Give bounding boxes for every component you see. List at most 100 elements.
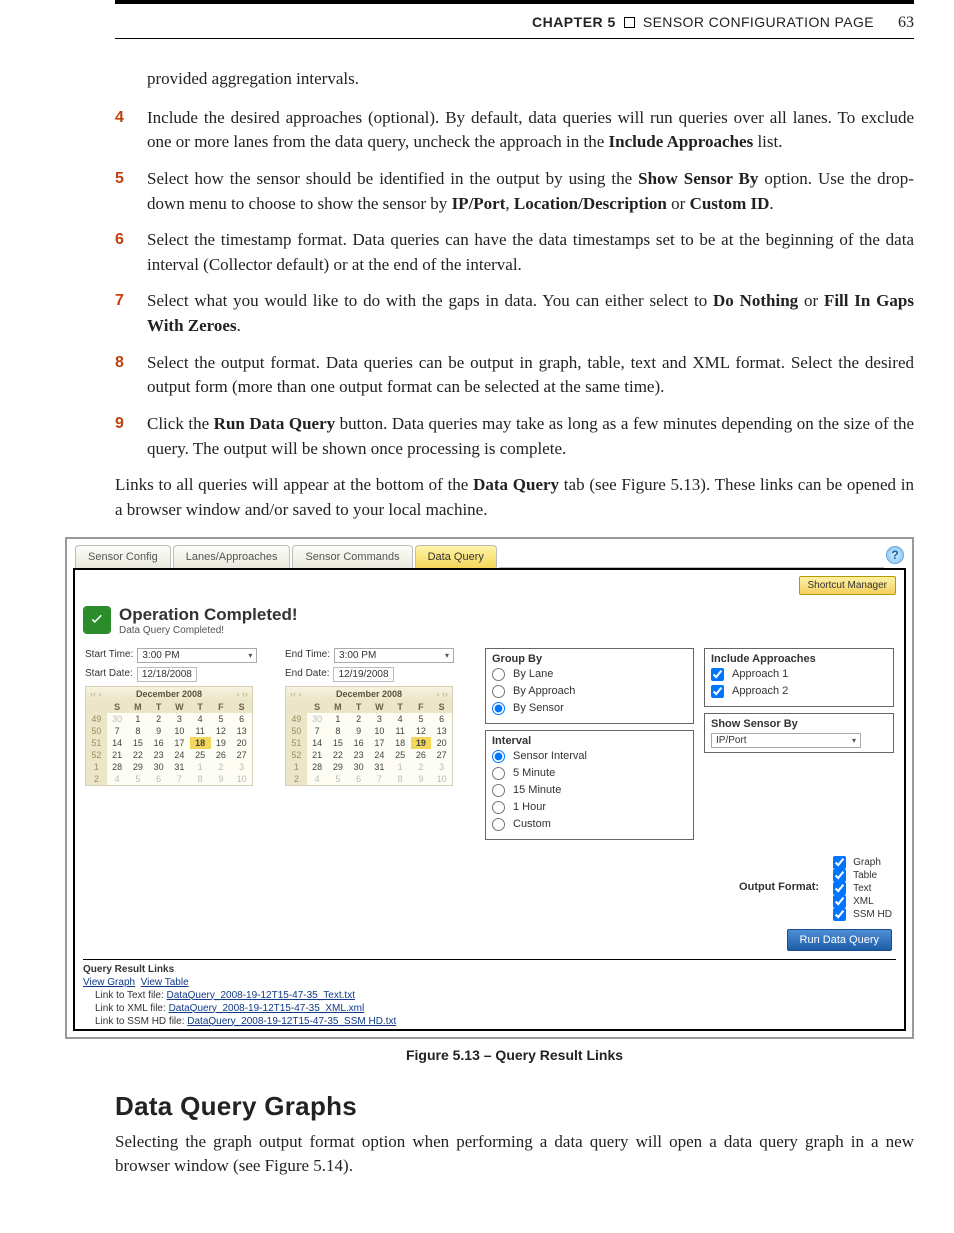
output-checkbox[interactable] — [833, 869, 846, 882]
shortcut-manager-button[interactable]: Shortcut Manager — [799, 576, 897, 595]
qrl-heading: Query Result Links — [83, 964, 896, 975]
include-label: Approach 1 — [732, 668, 788, 680]
section-paragraph: Selecting the graph output format option… — [115, 1130, 914, 1179]
interval-option-label: 1 Hour — [513, 801, 546, 813]
qrl-row-prefix: Link to Text file: — [95, 990, 167, 1001]
view-table-link[interactable]: View Table — [141, 977, 189, 988]
qrl-top-links: View Graph View Table — [83, 977, 896, 988]
step-text: Select what you would like to do with th… — [147, 289, 914, 338]
step-number: 5 — [115, 167, 147, 216]
step-number: 7 — [115, 289, 147, 338]
screenshot: Sensor ConfigLanes/ApproachesSensor Comm… — [65, 537, 914, 1039]
output-checkbox[interactable] — [833, 895, 846, 908]
interval-option-label: 15 Minute — [513, 784, 561, 796]
show-sensor-panel: Show Sensor By IP/Port — [704, 713, 894, 753]
right-column: Include Approaches Approach 1Approach 2 … — [704, 648, 894, 759]
end-column: End Time: 3:00 PM End Date: 12/19/2008 ‹… — [285, 648, 475, 786]
group_by-option-label: By Approach — [513, 685, 575, 697]
view-graph-link[interactable]: View Graph — [83, 977, 135, 988]
interval-heading: Interval — [492, 735, 687, 747]
include-heading: Include Approaches — [711, 653, 887, 665]
chapter-box-icon — [624, 17, 635, 28]
banner-sub: Data Query Completed! — [119, 625, 298, 636]
page-number: 63 — [898, 14, 914, 32]
interval-radio[interactable] — [492, 750, 505, 763]
output-checkbox[interactable] — [833, 882, 846, 895]
end-time-label: End Time: — [285, 649, 330, 660]
group_by-radio[interactable] — [492, 685, 505, 698]
step-text: Include the desired approaches (optional… — [147, 106, 914, 155]
page-header: CHAPTER 5 SENSOR CONFIGURATION PAGE 63 — [115, 4, 914, 39]
banner-heading: Operation Completed! — [119, 605, 298, 625]
group_by-option-label: By Lane — [513, 668, 553, 680]
output-label: Graph — [853, 857, 881, 868]
end-date-input[interactable]: 12/19/2008 — [333, 667, 393, 682]
output-label: Table — [853, 870, 877, 881]
interval-radio[interactable] — [492, 801, 505, 814]
end-date-label: End Date: — [285, 668, 329, 679]
qrl-row-prefix: Link to SSM HD file: — [95, 1016, 187, 1027]
tab-sensor-commands[interactable]: Sensor Commands — [292, 545, 412, 568]
include-approaches-panel: Include Approaches Approach 1 Approach 2 — [704, 648, 894, 707]
step-text: Select how the sensor should be identifi… — [147, 167, 914, 216]
step-text: Click the Run Data Query button. Data qu… — [147, 412, 914, 461]
start-calendar[interactable]: ‹‹ ‹December 2008› ›› SMTWTFS49301234565… — [85, 686, 253, 786]
start-time-select[interactable]: 3:00 PM — [137, 648, 257, 663]
step-number: 8 — [115, 351, 147, 400]
end-calendar[interactable]: ‹‹ ‹December 2008› ›› SMTWTFS49301234565… — [285, 686, 453, 786]
include-checkbox[interactable] — [711, 685, 724, 698]
qrl-row-prefix: Link to XML file: — [95, 1003, 169, 1014]
start-time-label: Start Time: — [85, 649, 133, 660]
group_by-option-label: By Sensor — [513, 702, 564, 714]
qrl-file-link[interactable]: DataQuery_2008-19-12T15-47-35_SSM HD.txt — [187, 1016, 396, 1027]
tab-bar: Sensor ConfigLanes/ApproachesSensor Comm… — [67, 539, 912, 568]
group-by-heading: Group By — [492, 653, 687, 665]
interval-panel: Interval Sensor Interval 5 Minute 15 Minut… — [485, 730, 694, 840]
include-label: Approach 2 — [732, 685, 788, 697]
chapter-label: CHAPTER 5 — [532, 14, 616, 30]
interval-option-label: 5 Minute — [513, 767, 555, 779]
output-label: Text — [853, 883, 871, 894]
middle-column: Group By By Lane By Approach By Sensor Int… — [485, 648, 694, 846]
run-data-query-button[interactable]: Run Data Query — [787, 929, 892, 951]
query-result-links: Query Result Links View Graph View Table… — [83, 959, 896, 1027]
output-checkbox[interactable] — [833, 856, 846, 869]
section-heading: Data Query Graphs — [115, 1091, 914, 1122]
checkmark-icon — [83, 606, 111, 634]
start-date-label: Start Date: — [85, 668, 133, 679]
step-text: Select the output format. Data queries c… — [147, 351, 914, 400]
interval-radio[interactable] — [492, 818, 505, 831]
group-by-panel: Group By By Lane By Approach By Sensor — [485, 648, 694, 724]
show-sensor-select[interactable]: IP/Port — [711, 733, 861, 748]
step-number: 4 — [115, 106, 147, 155]
output-format-label: Output Format: — [739, 881, 819, 893]
start-date-input[interactable]: 12/18/2008 — [137, 667, 197, 682]
group_by-radio[interactable] — [492, 668, 505, 681]
start-column: Start Time: 3:00 PM Start Date: 12/18/20… — [85, 648, 275, 786]
step-text: Select the timestamp format. Data querie… — [147, 228, 914, 277]
group_by-radio[interactable] — [492, 702, 505, 715]
steps-list: 4Include the desired approaches (optiona… — [115, 106, 914, 462]
interval-option-label: Sensor Interval — [513, 750, 587, 762]
interval-radio[interactable] — [492, 767, 505, 780]
tab-lanes-approaches[interactable]: Lanes/Approaches — [173, 545, 291, 568]
output-checkbox[interactable] — [833, 908, 846, 921]
output-label: XML — [853, 896, 874, 907]
output-format-row: Output Format: Graph Table Text XML SSM HD — [75, 856, 904, 929]
figure-caption: Figure 5.13 – Query Result Links — [115, 1047, 914, 1063]
step-number: 6 — [115, 228, 147, 277]
interval-radio[interactable] — [492, 784, 505, 797]
status-banner: Operation Completed! Data Query Complete… — [83, 605, 896, 636]
chapter-title: SENSOR CONFIGURATION PAGE — [643, 14, 874, 30]
tab-sensor-config[interactable]: Sensor Config — [75, 545, 171, 568]
help-icon[interactable]: ? — [886, 546, 904, 564]
intro-text: provided aggregation intervals. — [147, 67, 914, 92]
links-paragraph: Links to all queries will appear at the … — [115, 473, 914, 522]
show-sensor-heading: Show Sensor By — [711, 718, 887, 730]
qrl-file-link[interactable]: DataQuery_2008-19-12T15-47-35_XML.xml — [169, 1003, 365, 1014]
qrl-file-link[interactable]: DataQuery_2008-19-12T15-47-35_Text.txt — [167, 990, 355, 1001]
end-time-select[interactable]: 3:00 PM — [334, 648, 454, 663]
tab-data-query[interactable]: Data Query — [415, 545, 497, 568]
include-checkbox[interactable] — [711, 668, 724, 681]
output-label: SSM HD — [853, 909, 892, 920]
